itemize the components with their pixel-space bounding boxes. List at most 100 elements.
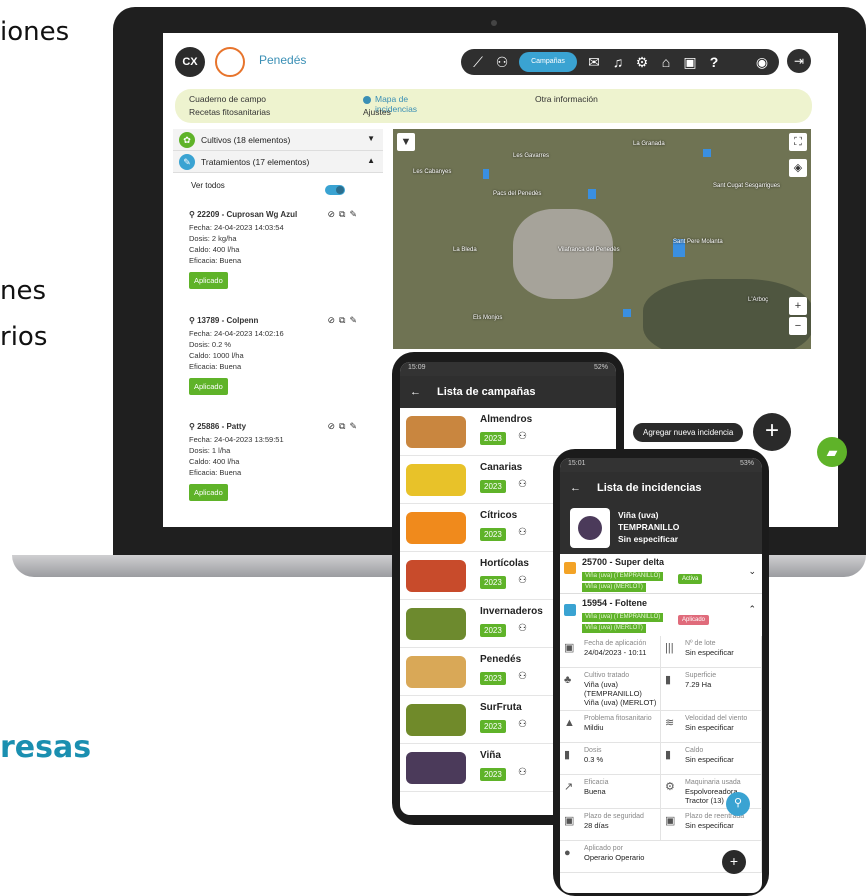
crop-header: Viña (uva) TEMPRANILLO Sin especificar <box>560 504 762 554</box>
incidence-marker[interactable] <box>483 169 489 179</box>
menu-recetas[interactable]: Recetas fitosanitarias <box>189 107 270 117</box>
campaign-name: SurFruta <box>480 702 522 713</box>
field-label: Velocidad del viento <box>685 715 748 722</box>
campaign-year: 2023 <box>480 720 506 733</box>
bg-text-fragment: nes <box>0 276 47 306</box>
chat-icon[interactable]: ▰ <box>817 437 847 467</box>
chevron-down-icon: ▼ <box>367 134 375 143</box>
app-header: ← Lista de campañas <box>400 376 616 408</box>
detail-field: ▣ Plazo de seguridad 28 días <box>560 809 661 841</box>
field-label: Nº de lote <box>685 640 716 647</box>
field-label: Superficie <box>685 672 717 679</box>
card-eficacia: Eficacia: Buena <box>189 468 242 477</box>
accordion-tratamientos[interactable]: ✎ Tratamientos (17 elementos) ▲ <box>173 151 383 173</box>
incidence-title: 15954 - Foltene <box>582 598 648 608</box>
hills-area <box>643 279 811 349</box>
campaign-image <box>406 512 466 544</box>
menu-otra[interactable]: Otra información <box>535 94 598 104</box>
pin-icon: ⚲ <box>189 210 198 219</box>
chevron-down-icon[interactable]: ⌄ <box>748 566 756 577</box>
fullscreen-icon[interactable]: ⛶ <box>789 133 807 151</box>
crop-line: Viña (uva) <box>618 510 659 520</box>
card-eficacia: Eficacia: Buena <box>189 256 242 265</box>
back-arrow-icon[interactable]: ← <box>570 482 581 494</box>
card-fecha: Fecha: 24-04-2023 13:59:51 <box>189 435 284 444</box>
logout-icon[interactable]: ⇥ <box>787 49 811 73</box>
layers-icon[interactable]: ◈ <box>789 159 807 177</box>
crop-line: Sin especificar <box>618 534 679 544</box>
menu-ajustes[interactable]: Ajustes <box>363 107 391 117</box>
bg-text-fragment: iones <box>0 17 70 47</box>
field-label: Caldo <box>685 747 704 754</box>
crop-tag: Viña (uva) (TEMPRANILLO) <box>582 613 664 622</box>
group-icon: ⚇ <box>518 671 527 682</box>
phone-incidences: 15:01 53% ← Lista de incidencias Viña (uva… <box>553 449 769 896</box>
crop-tag: Viña (uva) (MERLOT) <box>582 624 646 633</box>
campaign-name: Invernaderos <box>480 606 543 617</box>
detail-field: ↗ Eficacia Buena <box>560 775 661 809</box>
card-actions[interactable]: ⊘⧉✎ <box>327 209 361 220</box>
campaigns-button[interactable]: Campañas <box>519 52 577 72</box>
chevron-up-icon[interactable]: ⌃ <box>748 604 756 615</box>
search-button[interactable]: ⚲ <box>726 792 750 816</box>
users-icon[interactable]: ⚇ <box>493 52 511 72</box>
mail-icon[interactable]: ✉ <box>585 52 603 72</box>
detail-field: ▮ Superficie 7.29 Ha <box>661 668 762 711</box>
help-icon[interactable]: ? <box>705 52 723 72</box>
bg-heading-fragment: resas <box>0 730 92 765</box>
campaign-name: Penedés <box>480 654 522 665</box>
group-icon: ⚇ <box>518 719 527 730</box>
group-icon: ⚇ <box>518 767 527 778</box>
field-value: Viña (uva) (TEMPRANILLO) Viña (uva) (MER… <box>584 680 657 707</box>
account-icon[interactable]: ◉ <box>753 52 771 72</box>
calendar-icon: ▣ <box>564 815 575 827</box>
status-badge: Aplicado <box>678 615 710 625</box>
incidence-marker[interactable] <box>588 189 596 199</box>
chevron-up-icon: ▲ <box>367 156 375 165</box>
treatment-card: ⚲ 25886 - Patty ⊘⧉✎ Fecha: 24-04-2023 13… <box>189 421 369 501</box>
card-actions[interactable]: ⊘⧉✎ <box>327 421 361 432</box>
ver-todos-toggle[interactable] <box>325 185 345 195</box>
zoom-out-button[interactable]: − <box>789 317 807 335</box>
crop-tag: Viña (uva) (MERLOT) <box>582 583 646 592</box>
campaign-year: 2023 <box>480 432 506 445</box>
kit-icon[interactable]: ▣ <box>681 52 699 72</box>
tractor-icon[interactable]: ⚙ <box>633 52 651 72</box>
detail-field: ▣ Fecha de aplicación 24/04/2023 - 10:11 <box>560 636 661 668</box>
accordion-cultivos[interactable]: ✿ Cultivos (18 elementos) ▼ <box>173 129 383 151</box>
incidence-marker[interactable] <box>703 149 711 157</box>
incidence-marker[interactable] <box>623 309 631 317</box>
screen-title: Lista de incidencias <box>597 482 702 494</box>
store-icon[interactable]: ⌂ <box>657 52 675 72</box>
field-label: Eficacia <box>584 779 609 786</box>
campaign-image <box>406 416 466 448</box>
field-value: 28 días <box>584 821 609 830</box>
bell-icon[interactable]: ♫ <box>609 52 627 72</box>
pin-icon: ⚲ <box>189 316 198 325</box>
field-value: 0.3 % <box>584 755 604 764</box>
crop-tag: Viña (uva) (TEMPRANILLO) <box>582 572 664 581</box>
campaign-year: 2023 <box>480 480 506 493</box>
status-badge: Aplicado <box>189 484 228 501</box>
status-bar: 15:09 52% <box>400 362 616 376</box>
card-actions[interactable]: ⊘⧉✎ <box>327 315 361 326</box>
card-caldo: Caldo: 400 l/ha <box>189 245 240 254</box>
field-value: Sin especificar <box>685 648 734 657</box>
menu-cuaderno[interactable]: Cuaderno de campo <box>189 94 266 104</box>
back-arrow-icon[interactable]: ← <box>410 386 421 398</box>
barcode-icon: ||| <box>665 642 674 654</box>
campaign-name: Canarias <box>480 462 523 473</box>
add-button[interactable]: + <box>722 850 746 874</box>
status-badge: Activa <box>678 574 703 584</box>
camera-dot <box>491 20 497 26</box>
campaign-year: 2023 <box>480 576 506 589</box>
menu-mapa[interactable]: Mapa de incidencias <box>363 94 417 114</box>
chart-icon[interactable]: ⟋ <box>469 52 487 72</box>
incidence-item[interactable]: 15954 - Foltene Viña (uva) (TEMPRANILLO)… <box>560 594 762 636</box>
add-incidence-button[interactable]: + <box>753 413 791 451</box>
satellite-map[interactable]: Les Gavarres La Granada Pacs del Penedès Vi… <box>393 129 811 349</box>
incidence-item[interactable]: 25700 - Super delta Viña (uva) (TEMPRANI… <box>560 554 762 594</box>
map-place-label: Vilafranca del Penedès <box>558 247 620 253</box>
zoom-in-button[interactable]: + <box>789 297 807 315</box>
filter-icon[interactable]: ▼ <box>397 133 415 151</box>
